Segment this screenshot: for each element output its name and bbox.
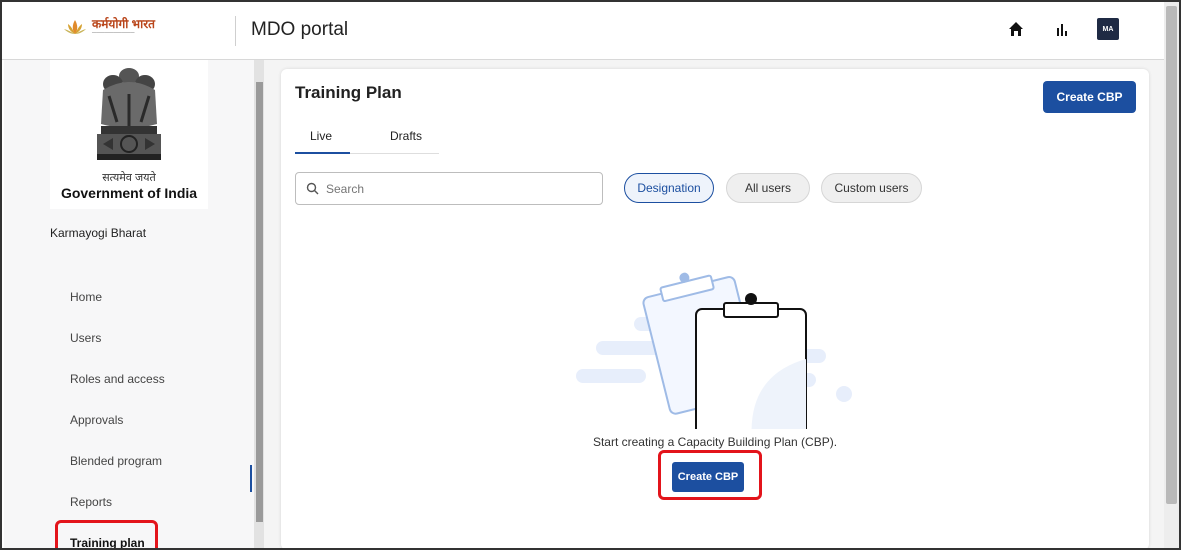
clipboard-illustration <box>576 272 852 429</box>
filter-designation[interactable]: Designation <box>624 173 714 203</box>
gov-name: Government of India <box>60 185 198 201</box>
active-indicator <box>250 465 252 492</box>
sidebar-item-reports[interactable]: Reports <box>70 495 112 509</box>
search-input[interactable] <box>326 179 596 199</box>
create-cbp-button[interactable]: Create CBP <box>1043 81 1136 113</box>
brand-text: कर्मयोगी भारत <box>92 17 155 31</box>
lotus-icon <box>64 20 86 34</box>
sidebar-item-home[interactable]: Home <box>70 290 102 304</box>
org-name: Karmayogi Bharat <box>50 226 147 240</box>
sidebar-scroll-thumb[interactable] <box>256 82 263 522</box>
create-cbp-empty-button[interactable]: Create CBP <box>672 462 744 492</box>
karmayogi-logo[interactable]: कर्मयोगी भारत ────────── <box>62 16 155 38</box>
search-field[interactable] <box>295 172 603 205</box>
sidebar: सत्यमेव जयते Government of India Karmayo… <box>4 60 254 548</box>
active-tab-underline <box>295 152 350 154</box>
home-icon[interactable] <box>1005 18 1027 40</box>
page-scrollbar[interactable] <box>1164 2 1179 548</box>
training-plan-card: Training Plan Create CBP Live Drafts Des… <box>281 69 1149 548</box>
sidebar-item-approvals[interactable]: Approvals <box>70 413 123 427</box>
sidebar-item-training-plan[interactable]: Training plan <box>70 536 145 548</box>
avatar[interactable]: MA <box>1097 18 1119 40</box>
tab-live[interactable]: Live <box>310 129 332 143</box>
top-bar: कर्मयोगी भारत ────────── MDO portal MA <box>2 2 1179 60</box>
empty-state-message: Start creating a Capacity Building Plan … <box>592 435 838 449</box>
filter-custom-users[interactable]: Custom users <box>821 173 922 203</box>
sidebar-item-users[interactable]: Users <box>70 331 101 345</box>
app-window: कर्मयोगी भारत ────────── MDO portal MA स… <box>0 0 1181 550</box>
tabs: Live Drafts <box>295 124 439 154</box>
government-emblem-card: सत्यमेव जयते Government of India <box>50 60 208 209</box>
national-emblem-icon <box>97 68 161 160</box>
search-icon <box>306 182 319 195</box>
tab-drafts[interactable]: Drafts <box>390 129 422 143</box>
portal-title: MDO portal <box>251 19 349 40</box>
sidebar-item-blended-program[interactable]: Blended program <box>70 454 162 468</box>
page-title: Training Plan <box>295 83 402 102</box>
top-actions: MA <box>1005 18 1119 40</box>
analytics-icon[interactable] <box>1051 18 1073 40</box>
filter-all-users[interactable]: All users <box>726 173 810 203</box>
top-divider <box>235 16 236 46</box>
page-scroll-thumb[interactable] <box>1166 6 1177 504</box>
sidebar-item-roles-and-access[interactable]: Roles and access <box>70 372 165 386</box>
gov-motto: सत्यमेव जयते <box>102 172 156 184</box>
